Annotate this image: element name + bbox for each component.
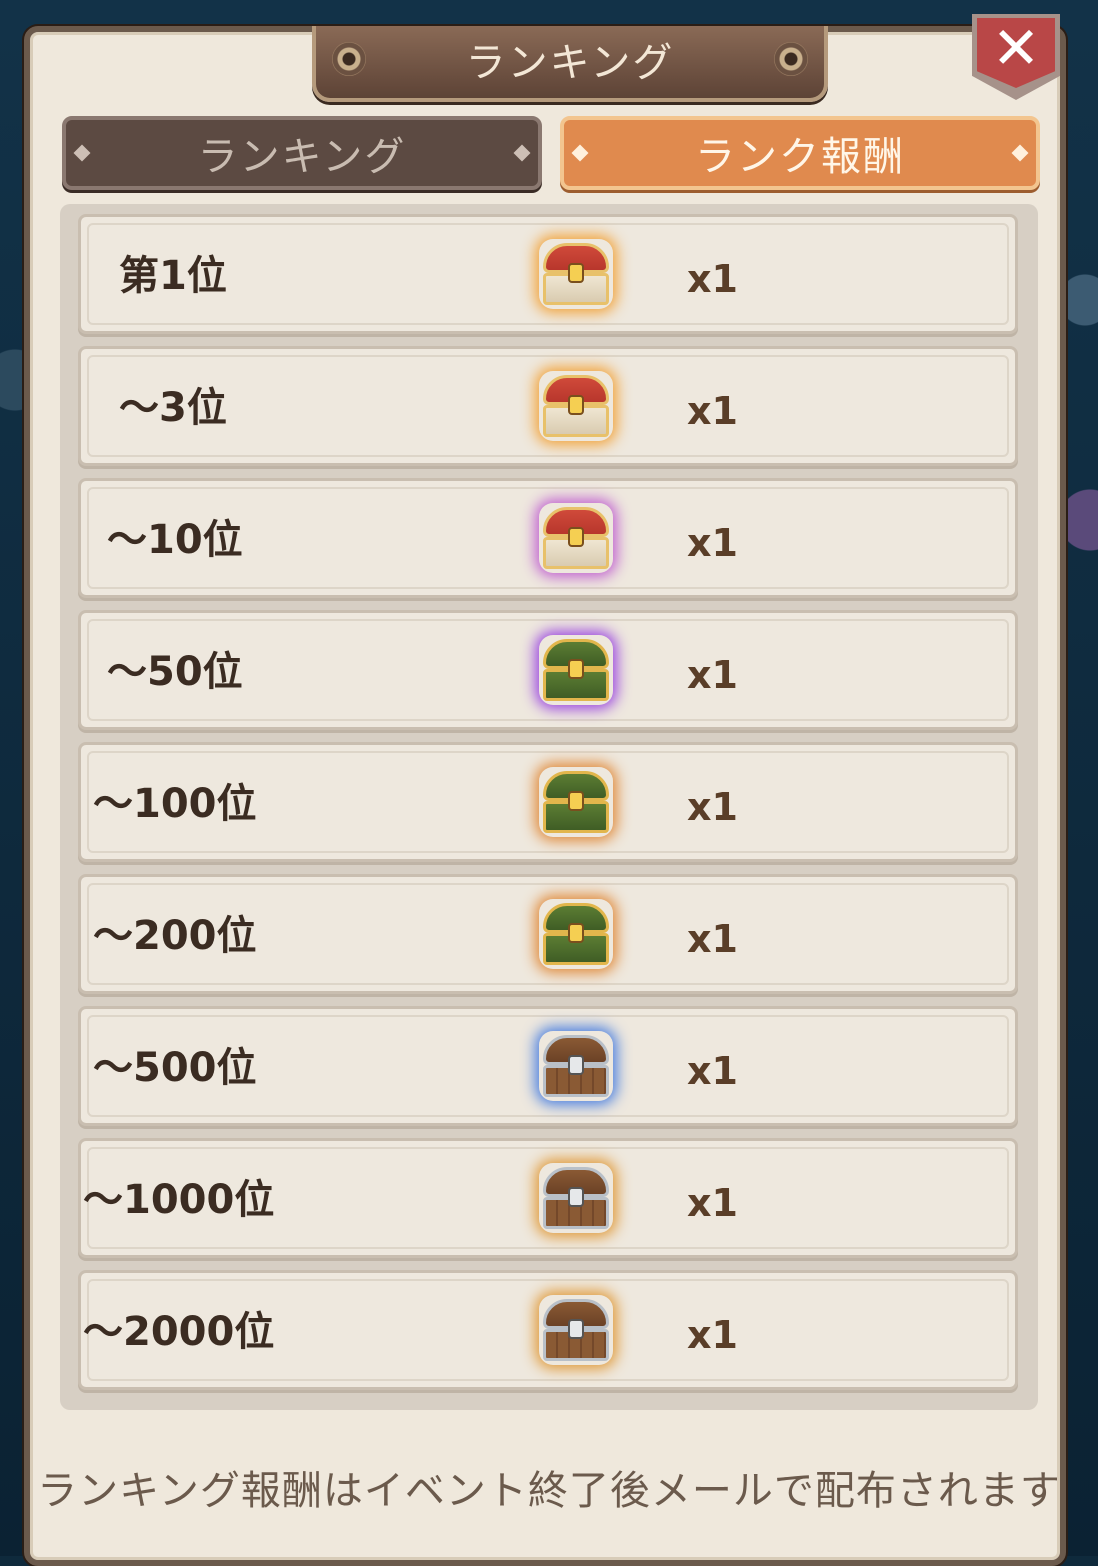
- treasure-chest-icon[interactable]: [539, 1163, 613, 1233]
- dialog-title: ランキング: [465, 40, 675, 86]
- treasure-chest-icon[interactable]: [539, 635, 613, 705]
- reward-quantity: x1: [687, 785, 738, 829]
- reward-distribution-note: ランキング報酬はイベント終了後メールで配布されます: [37, 1468, 1061, 1514]
- tab-label: ランク報酬: [695, 134, 905, 180]
- list-item: ～200位 x1: [78, 874, 1018, 994]
- treasure-chest-icon[interactable]: [539, 371, 613, 441]
- list-item: ～50位 x1: [78, 610, 1018, 730]
- list-item: ～100位 x1: [78, 742, 1018, 862]
- reward-quantity: x1: [687, 1181, 738, 1225]
- tab-label: ランキング: [197, 134, 407, 180]
- list-item: 第1位 x1: [78, 214, 1018, 334]
- reward-quantity: x1: [687, 521, 738, 565]
- reward-list[interactable]: 第1位 x1 ～3位 x1 ～10位 x1 ～50位 x1 ～100位 x1 ～…: [60, 204, 1038, 1410]
- rank-label: ～1000位: [83, 1177, 275, 1223]
- treasure-chest-icon[interactable]: [539, 239, 613, 309]
- rank-label: 第1位: [119, 253, 227, 299]
- tab-rank-rewards[interactable]: ランク報酬: [560, 116, 1040, 190]
- ornament-icon: [1011, 144, 1029, 162]
- ornament-icon: [571, 144, 589, 162]
- rank-label: ～2000位: [83, 1309, 275, 1355]
- list-item: ～3位 x1: [78, 346, 1018, 466]
- rank-label: ～100位: [93, 781, 257, 827]
- ornament-icon: [73, 144, 91, 162]
- dialog-title-plate: ランキング: [312, 26, 828, 102]
- reward-quantity: x1: [687, 1049, 738, 1093]
- list-item: ～500位 x1: [78, 1006, 1018, 1126]
- close-icon: ✕: [977, 18, 1055, 88]
- treasure-chest-icon[interactable]: [539, 1295, 613, 1365]
- reward-quantity: x1: [687, 917, 738, 961]
- rank-label: ～500位: [93, 1045, 257, 1091]
- rank-label: ～3位: [119, 385, 227, 431]
- rivet-icon: [774, 42, 808, 76]
- list-item: ～2000位 x1: [78, 1270, 1018, 1390]
- treasure-chest-icon[interactable]: [539, 1031, 613, 1101]
- treasure-chest-icon[interactable]: [539, 899, 613, 969]
- ornament-icon: [513, 144, 531, 162]
- rivet-icon: [332, 42, 366, 76]
- treasure-chest-icon[interactable]: [539, 767, 613, 837]
- reward-quantity: x1: [687, 257, 738, 301]
- list-item: ～10位 x1: [78, 478, 1018, 598]
- rank-label: ～10位: [107, 517, 243, 563]
- rank-label: ～50位: [107, 649, 243, 695]
- rank-label: ～200位: [93, 913, 257, 959]
- treasure-chest-icon[interactable]: [539, 503, 613, 573]
- reward-quantity: x1: [687, 1313, 738, 1357]
- reward-quantity: x1: [687, 389, 738, 433]
- reward-quantity: x1: [687, 653, 738, 697]
- tab-ranking[interactable]: ランキング: [62, 116, 542, 190]
- list-item: ～1000位 x1: [78, 1138, 1018, 1258]
